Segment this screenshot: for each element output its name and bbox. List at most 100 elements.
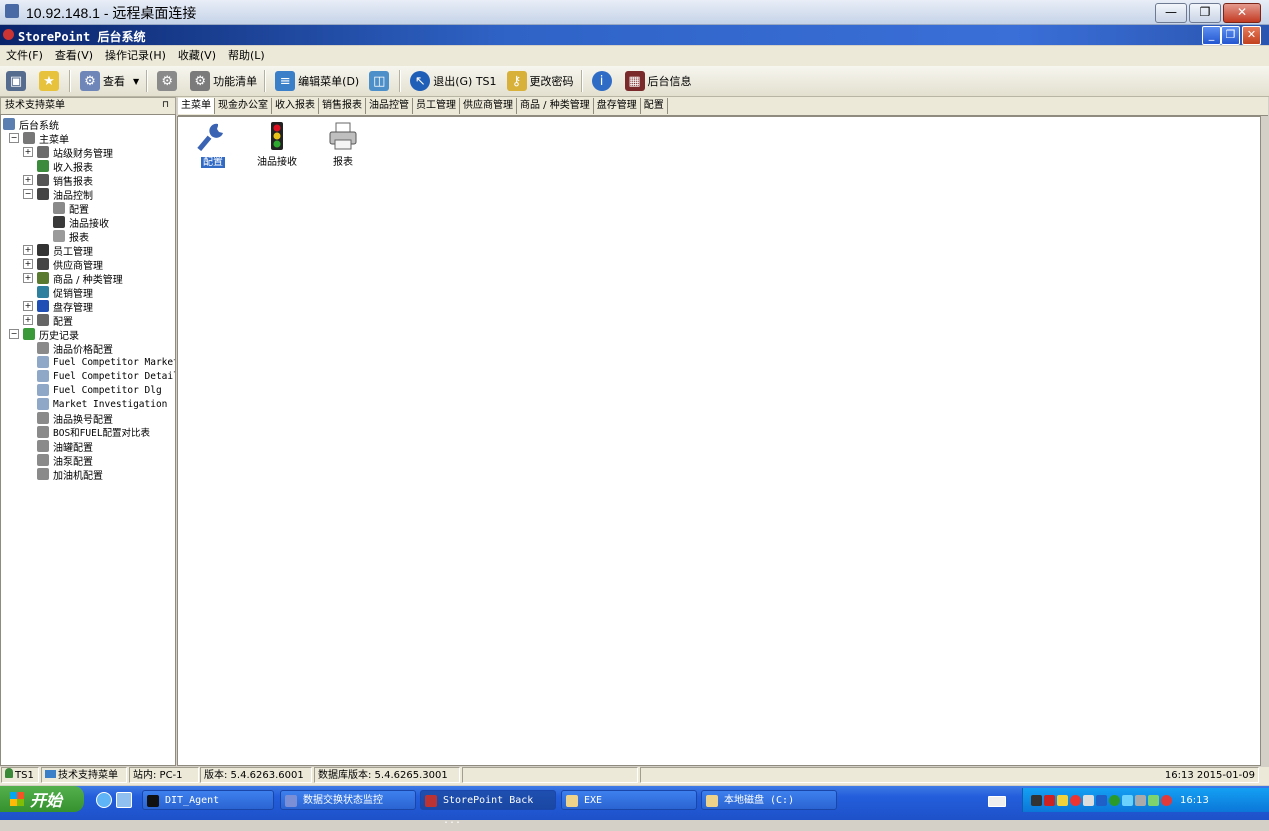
tree-item[interactable]: − 主菜单 xyxy=(9,131,69,146)
tab[interactable]: 配置 xyxy=(641,98,668,114)
tree-item-label: Fuel Competitor Dlg xyxy=(53,384,162,396)
tree-item[interactable]: 后台系统 xyxy=(3,117,59,132)
expand-icon[interactable]: + xyxy=(23,147,33,157)
tray-sync-icon[interactable] xyxy=(1122,794,1133,806)
tree-item[interactable]: − 历史记录 xyxy=(9,327,79,342)
tray-security-icon[interactable] xyxy=(1109,794,1120,806)
ie-icon[interactable] xyxy=(96,792,112,808)
expand-icon[interactable]: + xyxy=(23,301,33,311)
quicklaunch-icon[interactable] xyxy=(116,792,132,808)
expand-icon[interactable]: + xyxy=(23,273,33,283)
tree-item[interactable]: 油品价格配置 xyxy=(23,341,113,356)
tab[interactable]: 油品控管 xyxy=(366,98,413,114)
tree-item[interactable]: 促销管理 xyxy=(23,285,93,300)
tree-item[interactable]: + 盘存管理 xyxy=(23,299,93,314)
rdp-restore-button[interactable]: ❐ xyxy=(1189,3,1221,23)
tree-item[interactable]: 油泵配置 xyxy=(23,453,93,468)
app-close-button[interactable]: ✕ xyxy=(1242,26,1261,45)
expand-icon[interactable]: + xyxy=(23,245,33,255)
tray-db-icon[interactable] xyxy=(1057,794,1068,806)
menu-file[interactable]: 文件(F) xyxy=(6,46,43,66)
tree-item[interactable]: + 销售报表 xyxy=(23,173,93,188)
task-local-disk[interactable]: 本地磁盘 (C:) xyxy=(701,790,837,810)
expand-icon[interactable]: + xyxy=(23,175,33,185)
tree-item[interactable]: Fuel Competitor Dlg xyxy=(23,383,162,397)
tree-item[interactable]: − 油品控制 xyxy=(23,187,93,202)
keyboard-icon[interactable] xyxy=(988,796,1006,807)
collapse-icon[interactable]: − xyxy=(23,189,33,199)
tree-item[interactable]: 油品换号配置 xyxy=(23,411,113,426)
function-list-button[interactable]: ⚙ 功能清单 xyxy=(186,68,261,94)
tab[interactable]: 收入报表 xyxy=(272,98,319,114)
tree-item[interactable]: 收入报表 xyxy=(23,159,93,174)
task-exe-folder[interactable]: EXE xyxy=(561,790,697,810)
tree-item[interactable]: + 供应商管理 xyxy=(23,257,103,272)
edit-menu-button[interactable]: ≡ 编辑菜单(D) xyxy=(271,68,363,94)
tree-item[interactable]: + 配置 xyxy=(23,313,73,328)
tray-shield-icon[interactable] xyxy=(1070,794,1081,806)
tab[interactable]: 主菜单 xyxy=(178,98,215,114)
tab[interactable]: 供应商管理 xyxy=(460,98,517,114)
rdp-close-button[interactable]: ✕ xyxy=(1223,3,1261,23)
about-button[interactable]: i xyxy=(588,68,619,94)
tree-item[interactable]: 加油机配置 xyxy=(23,467,103,482)
task-dit-agent[interactable]: DIT_Agent xyxy=(142,790,274,810)
navigation-tree: 后台系统 − 主菜单 + 站级财务管理 收入报表 + 销售报表 − 油品控制 配置 油品接收 报表 + 员工… xyxy=(0,114,176,766)
tree-item[interactable]: BOS和FUEL配置对比表 xyxy=(23,425,150,439)
config-shortcut[interactable]: 配置 xyxy=(178,121,248,168)
menu-history[interactable]: 操作记录(H) xyxy=(105,46,166,66)
network-button[interactable]: ▣ xyxy=(2,68,33,94)
rdp-minimize-button[interactable]: — xyxy=(1155,3,1187,23)
tree-item[interactable]: Market Investigation xyxy=(23,397,167,411)
tree-item[interactable]: Fuel Competitor Market xyxy=(23,355,175,369)
tray-speaker-icon[interactable] xyxy=(1083,794,1094,806)
start-button[interactable]: 开始 xyxy=(0,786,84,812)
menu-view[interactable]: 查看(V) xyxy=(55,46,93,66)
expand-icon[interactable]: + xyxy=(23,259,33,269)
fuel-receive-shortcut[interactable]: 油品接收 xyxy=(242,121,312,168)
favorite-button[interactable]: ★ xyxy=(35,68,66,94)
network-icon: ▣ xyxy=(6,71,26,91)
tray-printer-icon[interactable] xyxy=(1135,794,1146,806)
collapse-icon[interactable]: − xyxy=(9,329,19,339)
tab[interactable]: 商品 / 种类管理 xyxy=(517,98,594,114)
task-data-exchange[interactable]: 数据交换状态监控 xyxy=(280,790,416,810)
tree-item[interactable]: Fuel Competitor Detail xyxy=(23,369,175,383)
report-shortcut[interactable]: 报表 xyxy=(308,121,378,168)
menu-favorites[interactable]: 收藏(V) xyxy=(178,46,216,66)
tray-update-icon[interactable] xyxy=(1148,794,1159,806)
change-password-button[interactable]: ⚷ 更改密码 xyxy=(503,68,578,94)
tree-item[interactable]: + 员工管理 xyxy=(23,243,93,258)
supplier-icon xyxy=(37,258,49,270)
tree-item[interactable]: + 站级财务管理 xyxy=(23,145,113,160)
tab[interactable]: 员工管理 xyxy=(413,98,460,114)
tree-item[interactable]: 油罐配置 xyxy=(23,439,93,454)
task-storepoint[interactable]: StorePoint Back ... xyxy=(420,790,556,826)
tray-network-icon[interactable] xyxy=(1031,794,1042,806)
toolbar-separator xyxy=(69,70,71,92)
expand-icon[interactable]: + xyxy=(23,315,33,325)
tab[interactable]: 销售报表 xyxy=(319,98,366,114)
tree-item[interactable]: 配置 xyxy=(39,201,89,216)
star-folder-icon: ★ xyxy=(39,71,59,91)
start-label: 开始 xyxy=(30,791,63,810)
tree-item[interactable]: 报表 xyxy=(39,229,89,244)
collapse-icon[interactable]: − xyxy=(9,133,19,143)
database-button[interactable]: ◫ xyxy=(365,68,396,94)
tab[interactable]: 盘存管理 xyxy=(594,98,641,114)
tray-bluetooth-icon[interactable] xyxy=(1096,794,1107,806)
app-restore-button[interactable]: ❐ xyxy=(1221,26,1240,45)
settings-button[interactable]: ⚙ xyxy=(153,68,184,94)
tree-item[interactable]: + 商品 / 种类管理 xyxy=(23,271,123,286)
menu-help[interactable]: 帮助(L) xyxy=(228,46,265,66)
tab[interactable]: 现金办公室 xyxy=(215,98,272,114)
tree-item[interactable]: 油品接收 xyxy=(39,215,109,230)
backend-info-button[interactable]: ▦ 后台信息 xyxy=(621,68,696,94)
pin-icon[interactable]: ⊓ xyxy=(162,98,169,113)
exit-button[interactable]: ↖ 退出(G) TS1 xyxy=(406,68,500,94)
view-button[interactable]: ⚙ 查看 ▼ xyxy=(76,68,143,94)
tray-app-icon[interactable] xyxy=(1044,794,1055,806)
tray-antivirus-icon[interactable] xyxy=(1161,794,1172,806)
app-minimize-button[interactable]: _ xyxy=(1202,26,1221,45)
wrench-icon xyxy=(53,202,65,214)
